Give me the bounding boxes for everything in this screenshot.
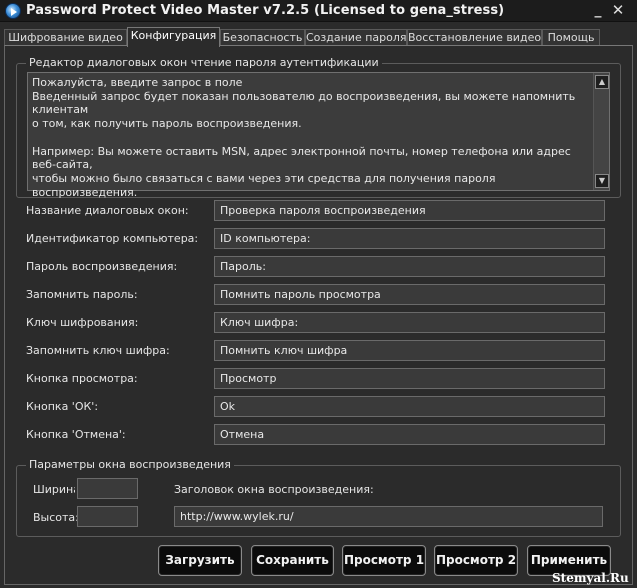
- playback-group-title: Параметры окна воспроизведения: [26, 458, 234, 471]
- prompt-text: Пожалуйста, введите запрос в поле Введен…: [32, 76, 592, 199]
- playback-password-input[interactable]: [214, 256, 605, 277]
- playback-password-label: Пароль воспроизведения:: [26, 260, 178, 273]
- ok-button-label: Кнопка 'ОК':: [26, 400, 99, 413]
- prompt-line: чтобы можно было связаться с вами через …: [32, 171, 496, 199]
- cancel-button-input[interactable]: [214, 424, 605, 445]
- computer-id-input[interactable]: [214, 228, 605, 249]
- dialog-title-input[interactable]: [214, 200, 605, 221]
- vertical-scrollbar[interactable]: ▲ ▼: [593, 73, 609, 190]
- prompt-line: Пожалуйста, введите запрос в поле: [32, 76, 243, 89]
- scroll-up-arrow-icon[interactable]: ▲: [595, 75, 609, 89]
- height-input[interactable]: [77, 506, 138, 527]
- dialog-title-label: Название диалоговых окон:: [26, 204, 189, 217]
- tab-create-password[interactable]: Создание пароля: [305, 29, 407, 46]
- tab-encrypt-video[interactable]: Шифрование видео: [4, 29, 127, 46]
- view-button-label: Кнопка просмотра:: [26, 372, 138, 385]
- tab-help[interactable]: Помощь: [542, 29, 600, 46]
- encryption-key-input[interactable]: [214, 312, 605, 333]
- prompt-line: Например: Вы можете оставить MSN, адрес …: [32, 144, 571, 172]
- width-label: Ширина:: [33, 483, 75, 496]
- close-icon[interactable]: ✕: [610, 3, 626, 18]
- ok-button-input[interactable]: [214, 396, 605, 417]
- computer-id-label: Идентификатор компьютера:: [26, 232, 199, 245]
- tab-security[interactable]: Безопасность: [220, 29, 305, 46]
- encryption-key-label: Ключ шифрования:: [26, 316, 139, 329]
- prompt-line: Введенный запрос будет показан пользоват…: [32, 89, 576, 117]
- watermark: Stemyal.Ru: [552, 571, 629, 585]
- load-button[interactable]: Загрузить: [158, 545, 242, 576]
- title-bar: Password Protect Video Master v7.2.5 (Li…: [0, 0, 637, 22]
- preview2-button[interactable]: Просмотр 2: [434, 545, 518, 576]
- width-input[interactable]: [77, 478, 138, 499]
- minimize-icon[interactable]: _: [590, 3, 606, 18]
- remember-password-input[interactable]: [214, 284, 605, 305]
- tab-recover-video[interactable]: Восстановление видео: [407, 29, 542, 46]
- remember-key-input[interactable]: [214, 340, 605, 361]
- remember-key-label: Запомнить ключ шифра:: [26, 344, 170, 357]
- prompt-textarea[interactable]: Пожалуйста, введите запрос в поле Введен…: [27, 72, 610, 199]
- tab-configuration[interactable]: Конфигурация: [127, 27, 220, 47]
- remember-password-label: Запомнить пароль:: [26, 288, 138, 301]
- window-title-input[interactable]: [174, 506, 603, 527]
- window-title-label: Заголовок окна воспроизведения:: [174, 483, 374, 496]
- preview1-button[interactable]: Просмотр 1: [342, 545, 426, 576]
- editor-group-title: Редактор диалоговых окон чтение пароля а…: [26, 56, 382, 69]
- view-button-input[interactable]: [214, 368, 605, 389]
- play-disc-icon: [5, 3, 21, 19]
- cancel-button-label: Кнопка 'Отмена':: [26, 428, 126, 441]
- save-button[interactable]: Сохранить: [251, 545, 334, 576]
- scroll-down-arrow-icon[interactable]: ▼: [595, 174, 609, 188]
- prompt-line: о том, как получить пароль воспроизведен…: [32, 117, 302, 131]
- height-label: Высота:: [33, 511, 79, 524]
- window-title: Password Protect Video Master v7.2.5 (Li…: [26, 3, 505, 18]
